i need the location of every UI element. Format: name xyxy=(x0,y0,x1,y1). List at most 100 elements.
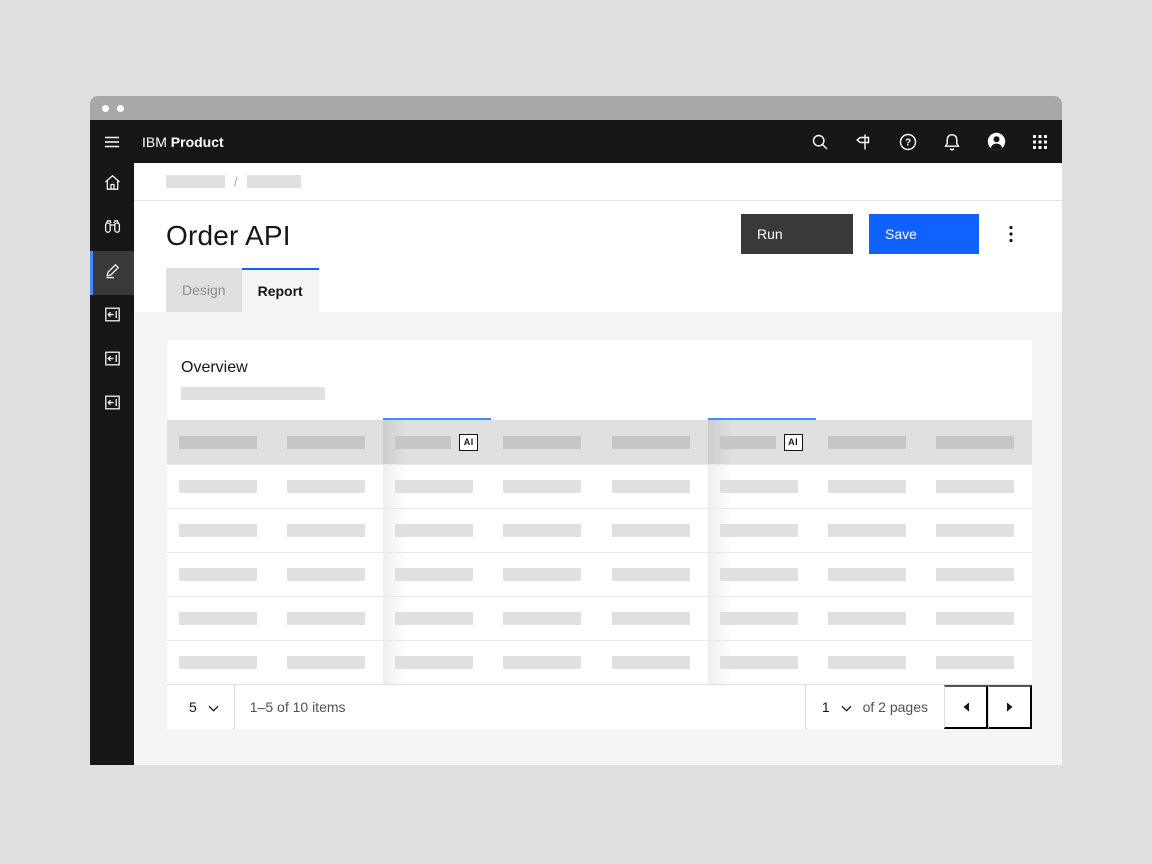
brand-name: Product xyxy=(171,134,224,150)
cell-skeleton xyxy=(179,612,257,625)
table-cell xyxy=(816,465,924,508)
table-header-cell[interactable] xyxy=(924,418,1032,464)
tab-bar: Design Report xyxy=(166,268,319,312)
table-header-cell[interactable] xyxy=(491,418,599,464)
caret-left-icon xyxy=(962,700,970,715)
help-icon[interactable]: ? xyxy=(886,120,930,163)
hamburger-menu-icon[interactable] xyxy=(90,120,134,163)
table-row[interactable] xyxy=(167,552,1032,596)
table-header-cell[interactable] xyxy=(816,418,924,464)
chevron-down-icon xyxy=(841,699,852,715)
table-cell xyxy=(600,465,708,508)
cell-skeleton xyxy=(395,568,473,581)
breadcrumb-skeleton[interactable] xyxy=(166,175,225,188)
run-button[interactable]: Run xyxy=(741,214,853,254)
app-brand[interactable]: IBM Product xyxy=(142,134,224,150)
page-header: Order API Run Save Design Report xyxy=(134,201,1062,312)
table-row[interactable] xyxy=(167,464,1032,508)
table-header-cell[interactable] xyxy=(275,418,383,464)
sidebar-item-panel-2[interactable] xyxy=(90,339,134,383)
side-nav xyxy=(90,163,134,765)
window-control-dot[interactable] xyxy=(117,105,124,112)
header-skeleton xyxy=(287,436,365,449)
table-cell xyxy=(816,509,924,552)
table-header-row: AI AI xyxy=(167,418,1032,464)
page-size-select[interactable]: 5 xyxy=(167,685,235,729)
table-cell xyxy=(708,465,816,508)
table-cell xyxy=(816,553,924,596)
tab-report[interactable]: Report xyxy=(242,268,319,312)
table-header-cell-ai[interactable]: AI xyxy=(708,418,816,464)
cell-skeleton xyxy=(720,524,798,537)
cell-skeleton xyxy=(828,568,906,581)
table-cell xyxy=(708,597,816,640)
sidebar-item-home[interactable] xyxy=(90,163,134,207)
content-area: Overview AIAI 5 1–5 of 10 items 1 xyxy=(134,312,1062,765)
cell-skeleton xyxy=(287,656,365,669)
search-icon[interactable] xyxy=(798,120,842,163)
cell-skeleton xyxy=(828,612,906,625)
page-number-select[interactable]: 1 of 2 pages xyxy=(805,685,944,729)
overview-header: Overview xyxy=(167,340,1032,418)
breadcrumb-skeleton[interactable] xyxy=(247,175,301,188)
table-cell xyxy=(167,509,275,552)
save-button[interactable]: Save xyxy=(869,214,979,254)
window-control-dot[interactable] xyxy=(102,105,109,112)
table-cell xyxy=(167,465,275,508)
milepost-icon[interactable] xyxy=(842,120,886,163)
page-actions: Run Save xyxy=(741,214,1019,254)
table-cell xyxy=(816,641,924,684)
pagination-bar: 5 1–5 of 10 items 1 of 2 pages xyxy=(167,684,1032,729)
table-row[interactable] xyxy=(167,640,1032,684)
tab-design[interactable]: Design xyxy=(166,268,242,312)
table-cell xyxy=(924,641,1032,684)
table-cell xyxy=(816,597,924,640)
cell-skeleton xyxy=(720,568,798,581)
page-title: Order API xyxy=(166,220,291,252)
panel-left-icon xyxy=(103,305,122,329)
overview-table: AI AI xyxy=(167,418,1032,684)
cell-skeleton xyxy=(179,656,257,669)
table-cell xyxy=(924,597,1032,640)
ai-label-badge[interactable]: AI xyxy=(459,434,478,451)
notifications-icon[interactable] xyxy=(930,120,974,163)
overflow-menu-icon[interactable] xyxy=(1003,214,1019,254)
table-row[interactable] xyxy=(167,508,1032,552)
table-cell xyxy=(275,641,383,684)
pages-count-text: of 2 pages xyxy=(863,699,928,715)
next-page-button[interactable] xyxy=(988,685,1032,729)
table-cell xyxy=(600,509,708,552)
breadcrumb-separator: / xyxy=(234,174,238,189)
breadcrumb: / xyxy=(134,163,1062,201)
table-header-cell[interactable] xyxy=(600,418,708,464)
cell-skeleton xyxy=(179,524,257,537)
overview-title: Overview xyxy=(181,359,1032,377)
user-avatar-icon[interactable] xyxy=(974,120,1018,163)
sidebar-item-panel-1[interactable] xyxy=(90,295,134,339)
sidebar-item-explore[interactable] xyxy=(90,207,134,251)
sidebar-item-panel-3[interactable] xyxy=(90,383,134,427)
header-skeleton xyxy=(179,436,257,449)
table-header-cell-ai[interactable]: AI xyxy=(383,418,491,464)
ai-label-badge[interactable]: AI xyxy=(784,434,803,451)
cell-skeleton xyxy=(936,524,1014,537)
cell-skeleton xyxy=(612,656,690,669)
header-skeleton xyxy=(936,436,1014,449)
table-header-cell[interactable] xyxy=(167,418,275,464)
sidebar-item-edit[interactable] xyxy=(90,251,134,295)
page-size-value: 5 xyxy=(189,699,197,715)
table-cell xyxy=(924,553,1032,596)
cell-skeleton xyxy=(395,612,473,625)
table-cell xyxy=(275,597,383,640)
table-row[interactable] xyxy=(167,596,1032,640)
cell-skeleton xyxy=(503,656,581,669)
browser-window: IBM Product ? xyxy=(90,96,1062,765)
app-switcher-icon[interactable] xyxy=(1018,120,1062,163)
items-range-text: 1–5 of 10 items xyxy=(235,699,346,715)
table-cell xyxy=(383,509,491,552)
pagination-right: 1 of 2 pages xyxy=(805,685,1032,729)
previous-page-button[interactable] xyxy=(944,685,988,729)
edit-icon xyxy=(103,261,122,285)
overview-subtitle-skeleton xyxy=(181,387,325,400)
cell-skeleton xyxy=(612,568,690,581)
